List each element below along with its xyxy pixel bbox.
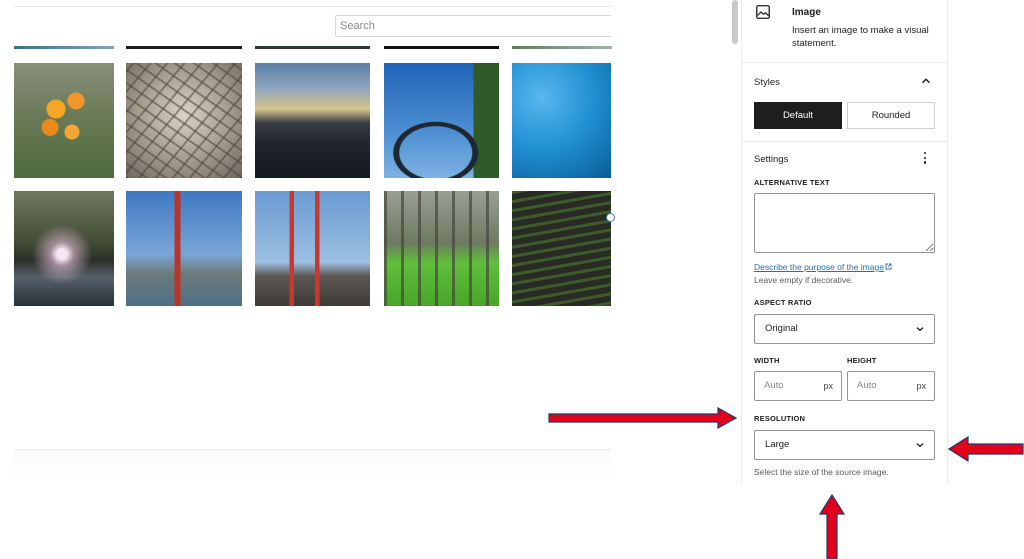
block-settings-sidebar: Image Insert an image to make a visual s…	[741, 0, 948, 484]
cropped-thumbnail-strip	[512, 46, 612, 49]
block-title: Image	[792, 7, 821, 18]
divider	[742, 62, 947, 63]
orange-lily-photo[interactable]	[14, 63, 114, 178]
block-description: Insert an image to make a visual stateme…	[792, 25, 929, 49]
width-label: WIDTH	[754, 356, 780, 365]
width-field[interactable]: px	[754, 371, 842, 401]
cropped-thumbnail-strip	[14, 46, 114, 49]
chevron-down-icon	[916, 443, 924, 448]
height-label: HEIGHT	[847, 356, 877, 365]
resolution-label: RESOLUTION	[754, 414, 806, 423]
gallery-footer	[14, 450, 611, 484]
cropped-thumbnail-strip	[255, 46, 370, 49]
styles-panel-title[interactable]: Styles	[754, 77, 780, 88]
cropped-thumbnail-strip	[126, 46, 242, 49]
resolution-help-text: Select the size of the source image.	[754, 467, 889, 477]
cropped-thumbnail-strip	[384, 46, 499, 49]
right-pointing-arrow-icon	[548, 407, 738, 429]
blue-water-photo[interactable]	[512, 63, 611, 178]
width-input[interactable]	[764, 380, 814, 391]
gallery-top-border	[14, 6, 611, 7]
resolution-select[interactable]: Large	[754, 430, 935, 460]
resolution-value: Large	[765, 439, 790, 450]
steel-arch-bridge-photo[interactable]	[384, 63, 499, 178]
style-default-button[interactable]: Default	[754, 102, 842, 129]
golden-gate-bridge-photo[interactable]	[126, 191, 242, 306]
alt-help-link[interactable]: Describe the purpose of the image	[754, 262, 892, 272]
more-options-icon[interactable]	[924, 152, 928, 166]
style-rounded-button[interactable]: Rounded	[847, 102, 935, 129]
width-unit[interactable]: px	[823, 381, 833, 391]
pine-forest-photo[interactable]	[384, 191, 499, 306]
left-pointing-arrow-icon	[948, 436, 1024, 462]
forest-river-photo[interactable]	[14, 191, 114, 306]
crop-rows-photo[interactable]	[512, 191, 611, 306]
sunset-sky-photo[interactable]	[255, 63, 370, 178]
chevron-down-icon	[916, 327, 924, 332]
alt-text-field[interactable]	[754, 193, 935, 253]
chevron-up-icon[interactable]	[921, 76, 931, 86]
scrollbar-thumb[interactable]	[732, 0, 738, 44]
height-input[interactable]	[857, 380, 907, 391]
alt-help-text: Leave empty if decorative.	[754, 275, 854, 285]
alt-text-label: ALTERNATIVE TEXT	[754, 178, 830, 187]
alt-help-link-text[interactable]: Describe the purpose of the image	[754, 262, 884, 272]
external-link-icon	[885, 263, 892, 270]
search-input[interactable]	[335, 15, 611, 37]
red-tower-pier-photo[interactable]	[255, 191, 370, 306]
image-icon	[756, 5, 770, 19]
height-field[interactable]: px	[847, 371, 935, 401]
aspect-ratio-value: Original	[765, 323, 798, 334]
height-unit[interactable]: px	[916, 381, 926, 391]
aspect-ratio-select[interactable]: Original	[754, 314, 935, 344]
settings-panel-title: Settings	[754, 154, 789, 165]
divider	[742, 141, 947, 142]
wooden-wheel-photo[interactable]	[126, 63, 242, 178]
resize-handle[interactable]	[606, 213, 615, 222]
up-pointing-arrow-icon	[819, 494, 845, 559]
aspect-ratio-label: ASPECT RATIO	[754, 298, 812, 307]
